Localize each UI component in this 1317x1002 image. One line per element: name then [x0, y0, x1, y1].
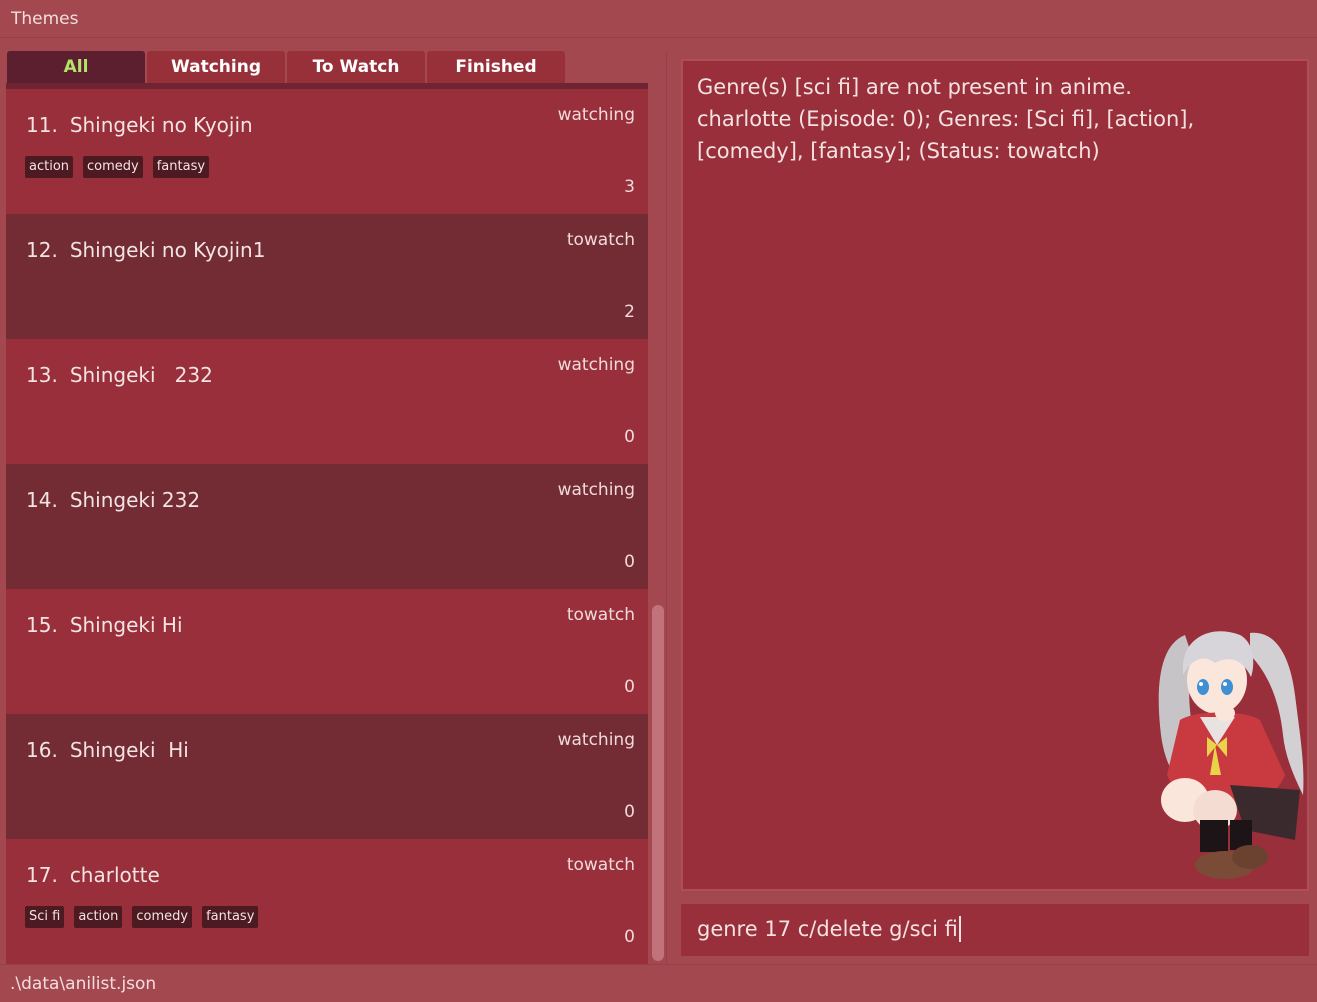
genre-tags: Sci fi action comedy fantasy [25, 906, 259, 928]
anime-index: 13. [26, 363, 58, 387]
result-text: Genre(s) [sci fi] are not present in ani… [697, 71, 1287, 167]
anime-name: Shingeki 232 [69, 363, 213, 387]
anime-list: 11. Shingeki no Kyojin watching 3 action come… [6, 89, 648, 964]
tab-watching[interactable]: Watching [147, 51, 285, 83]
genre-tag: fantasy [152, 156, 210, 178]
anime-index: 12. [26, 238, 58, 262]
anime-name: Shingeki no Kyojin1 [69, 238, 266, 262]
anime-title: 12. Shingeki no Kyojin1 [26, 238, 265, 262]
anime-card[interactable]: 17. charlotte towatch 0 Sci fi action comedy fa… [6, 839, 648, 964]
anime-card[interactable]: 11. Shingeki no Kyojin watching 3 action come… [6, 89, 648, 214]
anime-title: 15. Shingeki Hi [26, 613, 183, 637]
tab-all[interactable]: All [7, 51, 145, 83]
anime-title: 13. Shingeki 232 [26, 363, 213, 387]
anime-status: towatch [566, 605, 635, 625]
anime-card[interactable]: 14. Shingeki 232 watching 0 [6, 464, 648, 589]
scrollbar-thumb[interactable] [652, 605, 664, 961]
anime-status: watching [557, 355, 635, 375]
anime-name: Shingeki 232 [69, 488, 201, 512]
anime-episode: 0 [624, 927, 635, 947]
anime-girl-illustration [1158, 631, 1304, 879]
data-file-path: .\data\anilist.json [10, 974, 157, 994]
anime-title: 16. Shingeki Hi [26, 738, 189, 762]
anime-episode: 0 [624, 802, 635, 822]
anime-name: charlotte [69, 863, 160, 887]
tab-bar: All Watching To Watch Finished [7, 51, 647, 83]
anime-card[interactable]: 12. Shingeki no Kyojin1 towatch 2 [6, 214, 648, 339]
anime-card[interactable]: 15. Shingeki Hi towatch 0 [6, 589, 648, 714]
genre-tags: action comedy fantasy [25, 156, 210, 178]
genre-tag: fantasy [202, 906, 259, 928]
genre-tag: comedy [132, 906, 193, 928]
anime-title: 14. Shingeki 232 [26, 488, 200, 512]
genre-tag: Sci fi [25, 906, 65, 928]
status-bar: .\data\anilist.json [0, 964, 1317, 1002]
anime-status: watching [557, 105, 635, 125]
anime-name: Shingeki Hi [69, 738, 189, 762]
list-scrollbar[interactable] [650, 89, 666, 964]
anime-episode: 2 [624, 302, 635, 322]
anime-index: 17. [26, 863, 58, 887]
result-line-2: charlotte (Episode: 0); Genres: [Sci fi]… [697, 107, 1195, 163]
genre-tag: action [25, 156, 74, 178]
anime-status: watching [557, 480, 635, 500]
tab-to-watch[interactable]: To Watch [287, 51, 425, 83]
anime-status: watching [557, 730, 635, 750]
anime-name: Shingeki no Kyojin [69, 113, 253, 137]
command-box[interactable]: genre 17 c/delete g/sci fi [681, 904, 1309, 956]
anime-episode: 0 [624, 552, 635, 572]
anime-card[interactable]: 13. Shingeki 232 watching 0 [6, 339, 648, 464]
anime-status: towatch [566, 230, 635, 250]
anime-index: 11. [26, 113, 58, 137]
anime-card[interactable]: 16. Shingeki Hi watching 0 [6, 714, 648, 839]
anime-index: 16. [26, 738, 58, 762]
anime-list-pane: All Watching To Watch Finished 11. Shingeki … [0, 38, 666, 964]
genre-tag: action [74, 906, 123, 928]
result-line-1: Genre(s) [sci fi] are not present in ani… [697, 75, 1132, 99]
anime-episode: 0 [624, 677, 635, 697]
command-input[interactable]: genre 17 c/delete g/sci fi [697, 916, 961, 942]
anime-title: 11. Shingeki no Kyojin [26, 113, 253, 137]
anime-index: 15. [26, 613, 58, 637]
anime-index: 14. [26, 488, 58, 512]
menu-themes[interactable]: Themes [11, 9, 79, 29]
anime-title: 17. charlotte [26, 863, 160, 887]
tab-finished[interactable]: Finished [427, 51, 565, 83]
anime-status: towatch [566, 855, 635, 875]
anime-episode: 0 [624, 427, 635, 447]
genre-tag: comedy [83, 156, 143, 178]
anime-name: Shingeki Hi [69, 613, 183, 637]
menu-bar: Themes [0, 0, 1317, 38]
anime-episode: 3 [624, 177, 635, 197]
